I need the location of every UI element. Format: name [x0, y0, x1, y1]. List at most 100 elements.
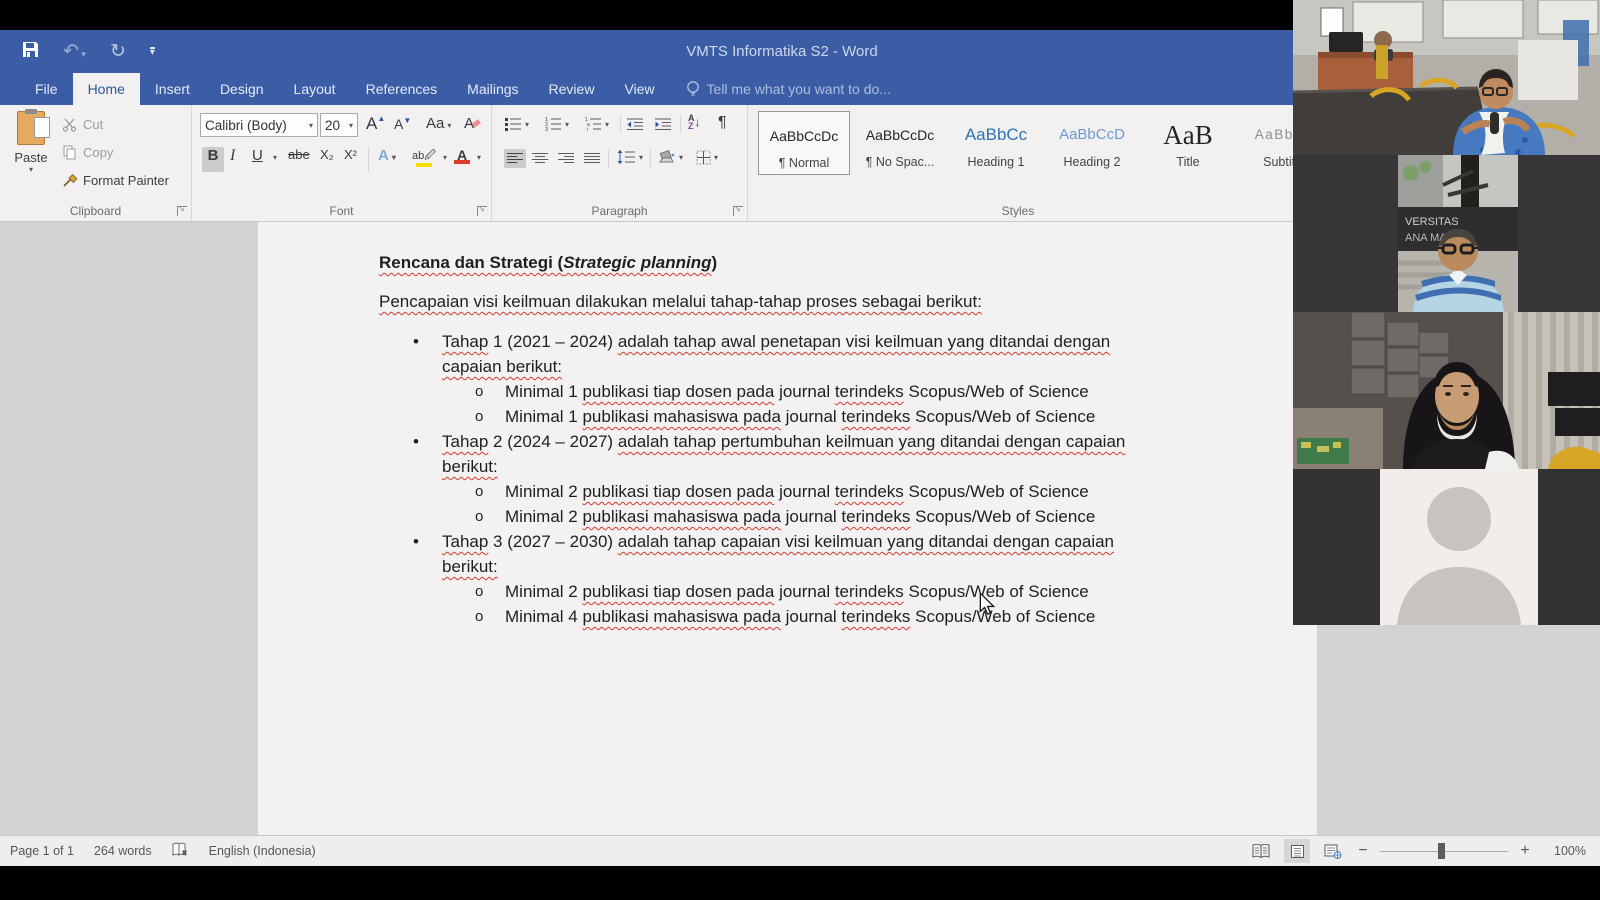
numbering-button[interactable]: 123▾ [544, 117, 569, 131]
style-heading-1[interactable]: AaBbCcHeading 1 [950, 111, 1042, 175]
italic-button[interactable]: I [230, 147, 235, 172]
doc-list-item: •Tahap 1 (2021 – 2024) adalah tahap awal… [379, 329, 1169, 379]
participant-video-4[interactable] [1293, 469, 1600, 625]
text-segment: journal [774, 582, 834, 601]
increase-indent-button[interactable] [654, 117, 672, 131]
tell-me-box[interactable]: Tell me what you want to do... [686, 73, 891, 105]
tab-home[interactable]: Home [73, 73, 140, 105]
shading-button[interactable]: ▾ [658, 149, 683, 165]
tab-view[interactable]: View [609, 73, 669, 105]
bullets-button[interactable]: ▾ [504, 117, 529, 131]
status-bar: Page 1 of 1 264 words English (Indonesia… [0, 835, 1600, 866]
participant-video-3[interactable] [1293, 312, 1600, 469]
line-spacing-button[interactable]: ▾ [616, 150, 643, 164]
word-count[interactable]: 264 words [94, 844, 152, 858]
pilcrow-button[interactable]: ¶ [718, 114, 727, 132]
change-case-button[interactable]: Aa▾ [426, 115, 451, 132]
paragraph-dialog-launcher[interactable] [733, 206, 743, 216]
decrease-indent-button[interactable] [626, 117, 644, 131]
list-marker: • [413, 329, 419, 354]
video-call-panel: VERSITAS ANA MALIK [1293, 0, 1600, 625]
style-heading-2[interactable]: AaBbCcDHeading 2 [1046, 111, 1138, 175]
print-layout-button[interactable] [1284, 839, 1310, 863]
align-center-button[interactable] [532, 152, 548, 165]
tab-references[interactable]: References [351, 73, 453, 105]
font-size-combo[interactable]: 20▾ [320, 113, 358, 137]
text-segment: publikasi mahasiswa pada [582, 407, 780, 426]
ribbon-group-font: Calibri (Body)▾ 20▾ A▲ A▼ Aa▾ A B I U ▾ … [192, 105, 492, 221]
text-segment: Pencapaian visi keilmuan dilakukan melal… [379, 292, 982, 311]
tab-review[interactable]: Review [534, 73, 610, 105]
grow-font-button[interactable]: A▲ [366, 114, 385, 134]
style-label: Title [1142, 155, 1234, 169]
text-effects-button[interactable]: A▾ [378, 147, 396, 172]
copy-button[interactable]: Copy [62, 145, 113, 160]
text-segment: Minimal 2 [505, 507, 582, 526]
text-segment: terindeks [835, 482, 904, 501]
zoom-out-button[interactable]: − [1356, 842, 1370, 860]
justify-button[interactable] [584, 152, 600, 165]
doc-list-item: oMinimal 2 publikasi mahasiswa pada jour… [379, 504, 1169, 529]
proofing-icon[interactable] [172, 842, 189, 860]
document-content: Rencana dan Strategi (Strategic planning… [379, 250, 1169, 629]
underline-dropdown[interactable]: ▾ [270, 147, 277, 172]
style-preview: AaBbCcDc [759, 120, 849, 152]
text-segment: publikasi mahasiswa pada [582, 507, 780, 526]
document-page[interactable]: Rencana dan Strategi (Strategic planning… [258, 222, 1317, 835]
strikethrough-button[interactable]: abe [288, 147, 310, 172]
participant-video-2[interactable]: VERSITAS ANA MALIK [1293, 155, 1600, 312]
style-no-spac[interactable]: AaBbCcDc¶ No Spac... [854, 111, 946, 175]
language-indicator[interactable]: English (Indonesia) [209, 844, 316, 858]
superscript-button[interactable]: X² [344, 147, 357, 172]
cut-icon [62, 117, 77, 132]
bold-button[interactable]: B [202, 147, 224, 172]
read-mode-button[interactable] [1248, 839, 1274, 863]
tab-design[interactable]: Design [205, 73, 279, 105]
text-segment: Rencana dan Strategi ( [379, 253, 563, 272]
highlight-swatch [416, 163, 432, 167]
shrink-font-button[interactable]: A▼ [394, 116, 411, 132]
tab-insert[interactable]: Insert [140, 73, 205, 105]
borders-button[interactable]: ▾ [696, 150, 718, 165]
font-color-dropdown[interactable]: ▾ [474, 147, 481, 172]
tab-mailings[interactable]: Mailings [452, 73, 533, 105]
sort-button[interactable]: AZ↓ [688, 114, 701, 130]
highlight-dropdown[interactable]: ▾ [440, 147, 447, 172]
list-marker: o [475, 379, 483, 404]
zoom-slider-thumb[interactable] [1438, 843, 1445, 859]
participant-video-1[interactable] [1293, 0, 1600, 155]
font-color-button[interactable]: A [454, 147, 470, 172]
font-dialog-launcher[interactable] [477, 206, 487, 216]
align-right-button[interactable] [558, 152, 574, 165]
tab-layout[interactable]: Layout [279, 73, 351, 105]
style-title[interactable]: AaBTitle [1142, 111, 1234, 175]
clear-formatting-button[interactable]: A [464, 115, 481, 132]
paste-icon [17, 111, 45, 145]
font-name-combo[interactable]: Calibri (Body)▾ [200, 113, 318, 137]
doc-paragraph: Pencapaian visi keilmuan dilakukan melal… [379, 289, 1169, 314]
text-segment: terindeks [841, 407, 910, 426]
text-segment: terindeks [835, 582, 904, 601]
style-normal[interactable]: AaBbCcDc¶ Normal [758, 111, 850, 175]
multilevel-list-button[interactable]: 1ai▾ [584, 117, 609, 131]
zoom-level[interactable]: 100% [1542, 844, 1586, 858]
web-layout-button[interactable] [1320, 839, 1346, 863]
copy-icon [62, 145, 77, 160]
page-indicator[interactable]: Page 1 of 1 [10, 844, 74, 858]
list-marker: • [413, 529, 419, 554]
underline-button[interactable]: U [252, 147, 263, 172]
subscript-button[interactable]: X₂ [320, 147, 334, 172]
text-segment: Strategic planning [563, 253, 711, 272]
text-segment: Minimal 4 [505, 607, 582, 626]
tab-file[interactable]: File [20, 73, 73, 105]
clipboard-dialog-launcher[interactable] [177, 206, 187, 216]
list-marker: • [413, 429, 419, 454]
format-painter-button[interactable]: Format Painter [62, 173, 169, 188]
zoom-slider[interactable] [1380, 851, 1508, 852]
align-left-button[interactable] [504, 149, 526, 168]
paste-button[interactable]: Paste▾ [8, 111, 54, 197]
text-segment: publikasi tiap dosen pada [582, 482, 774, 501]
cut-button[interactable]: Cut [62, 117, 103, 132]
highlight-button[interactable]: ab🖉 [412, 147, 436, 172]
zoom-in-button[interactable]: + [1518, 842, 1532, 860]
